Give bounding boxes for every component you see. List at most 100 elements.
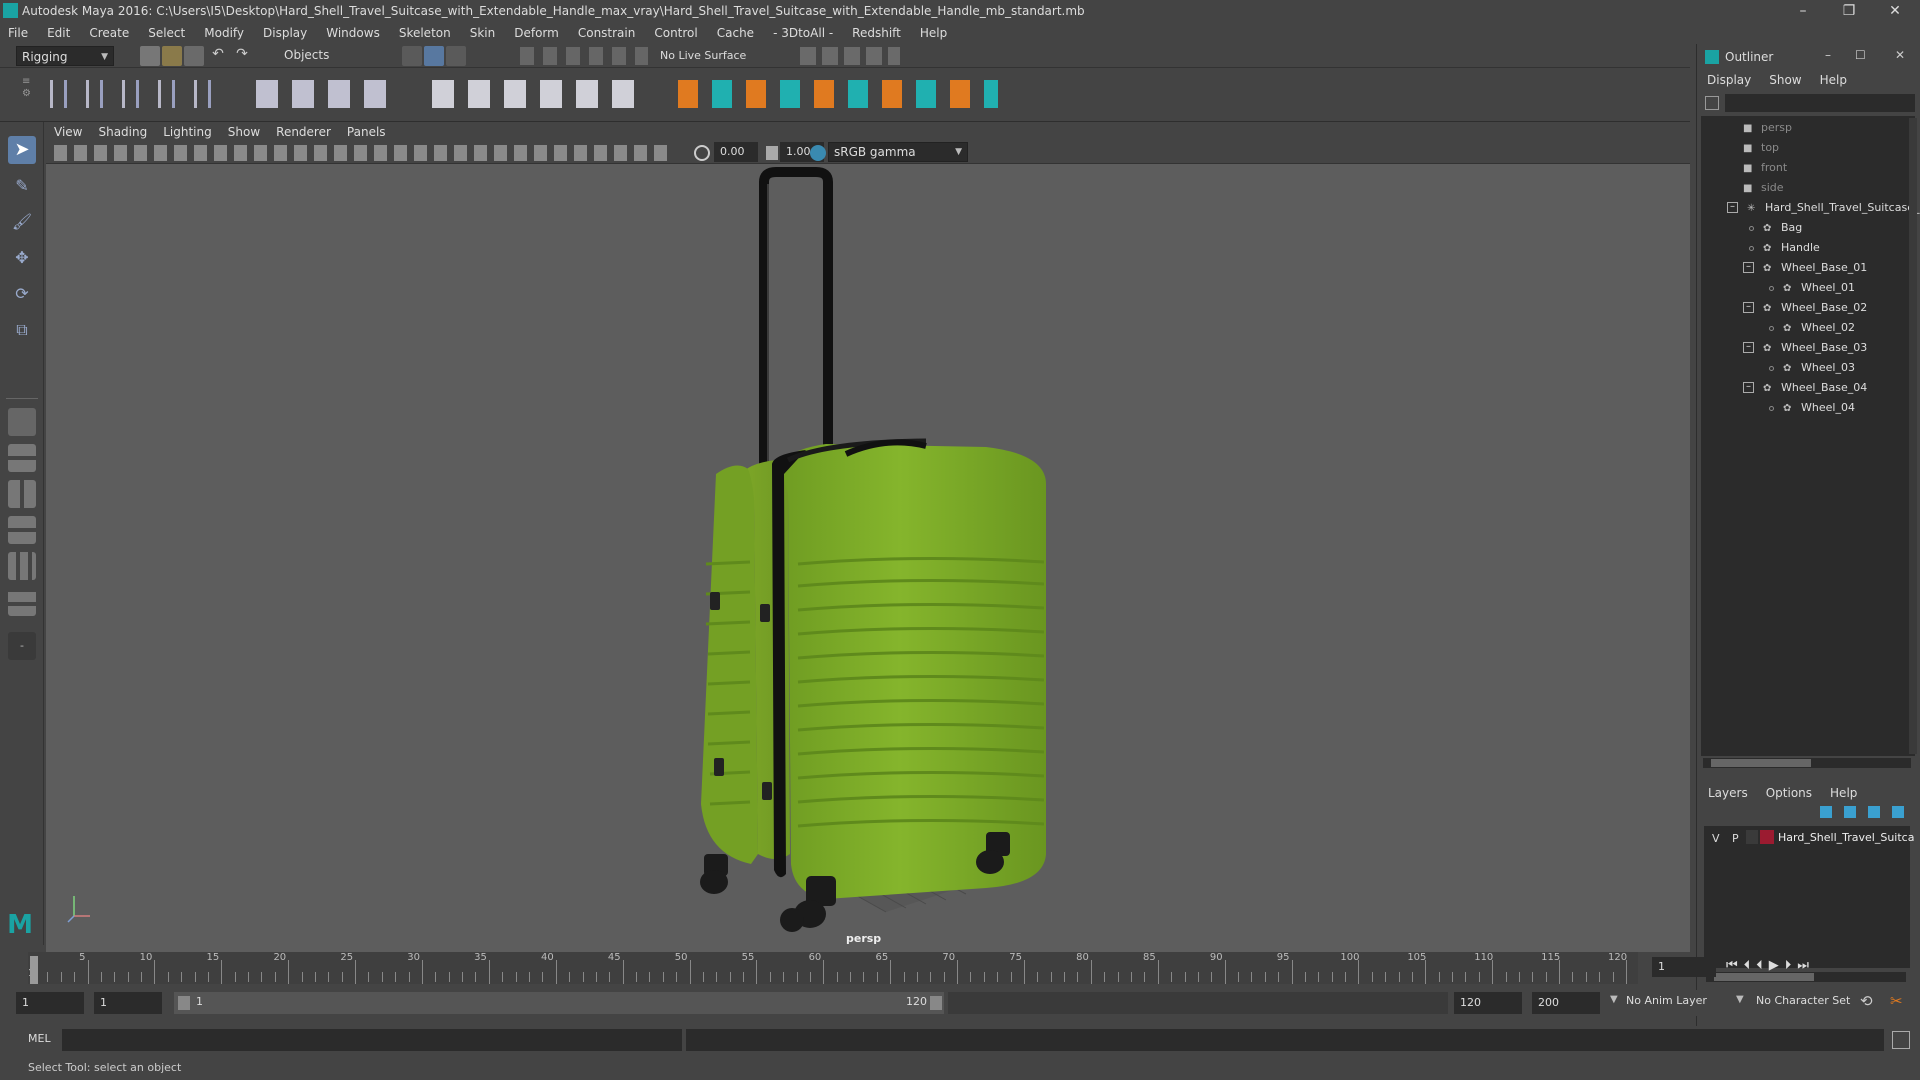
layer-reference-toggle[interactable] bbox=[1746, 830, 1758, 844]
outliner-item-wheel-base-04[interactable]: ✿ Wheel_Base_04 bbox=[1763, 378, 1867, 398]
collapse-toggle-icon[interactable]: – bbox=[1743, 382, 1754, 393]
panel-menu-shading[interactable]: Shading bbox=[98, 125, 147, 139]
range-slider-start-handle[interactable] bbox=[178, 996, 190, 1010]
select-by-component-icon[interactable] bbox=[446, 46, 466, 66]
layer-menu-help[interactable]: Help bbox=[1830, 786, 1857, 800]
outliner-item-wheel-04[interactable]: ✿ Wheel_04 bbox=[1783, 398, 1855, 418]
outliner-horizontal-scrollbar[interactable] bbox=[1703, 758, 1911, 768]
outliner-menu-help[interactable]: Help bbox=[1820, 73, 1847, 87]
auto-key-icon[interactable]: ⟲ bbox=[1860, 992, 1873, 1010]
joint-tools-icons[interactable] bbox=[50, 80, 215, 108]
panel-menu-view[interactable]: View bbox=[54, 125, 82, 139]
shelf-options-icon[interactable]: ≡ ⚙ bbox=[22, 76, 31, 112]
character-set-dropdown[interactable]: No Character Set bbox=[1756, 994, 1850, 1007]
layer-name[interactable]: Hard_Shell_Travel_Suitca bbox=[1778, 831, 1914, 844]
panel-menu-lighting[interactable]: Lighting bbox=[163, 125, 212, 139]
layer-menu-layers[interactable]: Layers bbox=[1708, 786, 1748, 800]
chevron-down-icon[interactable]: ▼ bbox=[1736, 994, 1744, 1005]
menu-deform[interactable]: Deform bbox=[514, 26, 559, 40]
ik-tools-icons[interactable] bbox=[432, 80, 637, 108]
layer-action-icons[interactable] bbox=[1820, 806, 1910, 818]
menu-skin[interactable]: Skin bbox=[470, 26, 496, 40]
panel-menu-panels[interactable]: Panels bbox=[347, 125, 386, 139]
lasso-tool-icon[interactable]: ✎ bbox=[8, 172, 36, 200]
menu-control[interactable]: Control bbox=[654, 26, 697, 40]
layer-color-swatch[interactable] bbox=[1760, 830, 1774, 844]
outliner-item-wheel-02[interactable]: ✿ Wheel_02 bbox=[1783, 318, 1855, 338]
playback-start-field[interactable]: 1 bbox=[94, 992, 162, 1014]
range-slider[interactable]: 1 120 bbox=[174, 992, 944, 1014]
current-frame-field[interactable]: 1 bbox=[1652, 957, 1716, 977]
menu-3dtoall[interactable]: - 3DtoAll - bbox=[773, 26, 833, 40]
two-stacked-layout-icon[interactable] bbox=[8, 516, 36, 544]
outliner-item-wheel-base-01[interactable]: ✿ Wheel_Base_01 bbox=[1763, 258, 1867, 278]
menu-redshift[interactable]: Redshift bbox=[852, 26, 901, 40]
menu-display[interactable]: Display bbox=[263, 26, 307, 40]
live-surface-label[interactable]: No Live Surface bbox=[660, 49, 746, 62]
snap-icons-group[interactable] bbox=[520, 47, 648, 65]
outliner-filter-icon[interactable] bbox=[1705, 96, 1719, 110]
outliner-item-side[interactable]: ■ side bbox=[1743, 178, 1784, 198]
menu-select[interactable]: Select bbox=[148, 26, 185, 40]
four-view-layout-icon[interactable] bbox=[8, 444, 36, 472]
playback-end-field[interactable]: 120 bbox=[1454, 992, 1522, 1014]
custom-layout-icon[interactable]: - bbox=[8, 632, 36, 660]
select-by-hierarchy-icon[interactable] bbox=[402, 46, 422, 66]
outliner-persp-layout-icon[interactable] bbox=[8, 552, 36, 580]
anim-layer-dropdown[interactable]: No Anim Layer bbox=[1626, 994, 1707, 1007]
outliner-search-field[interactable] bbox=[1725, 94, 1915, 112]
new-scene-icon[interactable] bbox=[140, 46, 160, 66]
layer-list[interactable]: V P Hard_Shell_Travel_Suitca bbox=[1704, 826, 1914, 968]
layer-visibility-toggle[interactable]: V bbox=[1712, 832, 1720, 845]
open-scene-icon[interactable] bbox=[162, 46, 182, 66]
minimize-button[interactable]: – bbox=[1780, 0, 1826, 22]
constraint-tools-icons[interactable] bbox=[678, 80, 998, 108]
outliner-item-persp[interactable]: ■ persp bbox=[1743, 118, 1792, 138]
outliner-list[interactable]: ■ persp ■ top ■ front ■ side ✳ Hard_Shell_Travel_… bbox=[1701, 116, 1920, 756]
menu-create[interactable]: Create bbox=[89, 26, 129, 40]
end-time-field[interactable]: 200 bbox=[1532, 992, 1600, 1014]
outliner-vertical-scrollbar[interactable] bbox=[1909, 118, 1917, 754]
outliner-item-top[interactable]: ■ top bbox=[1743, 138, 1779, 158]
menu-windows[interactable]: Windows bbox=[326, 26, 380, 40]
select-by-object-icon[interactable] bbox=[424, 46, 444, 66]
layer-scroll-thumb[interactable] bbox=[1714, 973, 1814, 981]
menu-skeleton[interactable]: Skeleton bbox=[399, 26, 451, 40]
collapse-toggle-icon[interactable]: – bbox=[1743, 302, 1754, 313]
outliner-close-button[interactable]: ✕ bbox=[1895, 48, 1905, 62]
scale-tool-icon[interactable]: ⧉ bbox=[8, 316, 36, 344]
layer-playback-toggle[interactable]: P bbox=[1732, 832, 1739, 845]
panel-tool-icons[interactable] bbox=[54, 145, 674, 161]
outliner-menu-show[interactable]: Show bbox=[1769, 73, 1801, 87]
selection-mask-label[interactable]: Objects bbox=[284, 48, 329, 62]
menu-help[interactable]: Help bbox=[920, 26, 947, 40]
chevron-down-icon[interactable]: ▼ bbox=[1610, 994, 1618, 1005]
outliner-item-wheel-base-02[interactable]: ✿ Wheel_Base_02 bbox=[1763, 298, 1867, 318]
menu-file[interactable]: File bbox=[8, 26, 28, 40]
script-editor-icon[interactable] bbox=[1892, 1031, 1910, 1049]
panel-menu-show[interactable]: Show bbox=[228, 125, 260, 139]
restore-button[interactable]: ❐ bbox=[1826, 0, 1872, 22]
paint-select-tool-icon[interactable]: 🖌 bbox=[8, 208, 36, 236]
outliner-minimize-button[interactable]: – bbox=[1825, 48, 1831, 62]
move-tool-icon[interactable]: ✥ bbox=[8, 244, 36, 272]
menu-constrain[interactable]: Constrain bbox=[578, 26, 636, 40]
range-slider-remainder[interactable] bbox=[948, 992, 1448, 1014]
exposure-icon[interactable] bbox=[694, 145, 710, 161]
menu-modify[interactable]: Modify bbox=[204, 26, 244, 40]
panel-menu-renderer[interactable]: Renderer bbox=[276, 125, 331, 139]
collapse-toggle-icon[interactable]: – bbox=[1743, 342, 1754, 353]
save-scene-icon[interactable] bbox=[184, 46, 204, 66]
view-transform-dropdown[interactable]: sRGB gamma ▼ bbox=[828, 142, 968, 162]
menuset-dropdown[interactable]: Rigging ▼ bbox=[16, 46, 114, 66]
outliner-item-wheel-base-03[interactable]: ✿ Wheel_Base_03 bbox=[1763, 338, 1867, 358]
exposure-field[interactable]: 0.00 bbox=[714, 142, 758, 162]
anim-preferences-icon[interactable]: ✂ bbox=[1890, 992, 1903, 1010]
current-time-marker[interactable] bbox=[30, 956, 38, 984]
playback-controls[interactable]: ⏮⏴⏴▶⏵⏭ bbox=[1726, 958, 1815, 973]
layer-horizontal-scrollbar[interactable] bbox=[1706, 972, 1906, 982]
outliner-item-front[interactable]: ■ front bbox=[1743, 158, 1787, 178]
collapse-toggle-icon[interactable]: – bbox=[1727, 202, 1738, 213]
outliner-item-hard-shell-travel-suitcase-w[interactable]: ✳ Hard_Shell_Travel_Suitcase_w bbox=[1747, 198, 1920, 218]
outliner-item-handle[interactable]: ✿ Handle bbox=[1763, 238, 1820, 258]
